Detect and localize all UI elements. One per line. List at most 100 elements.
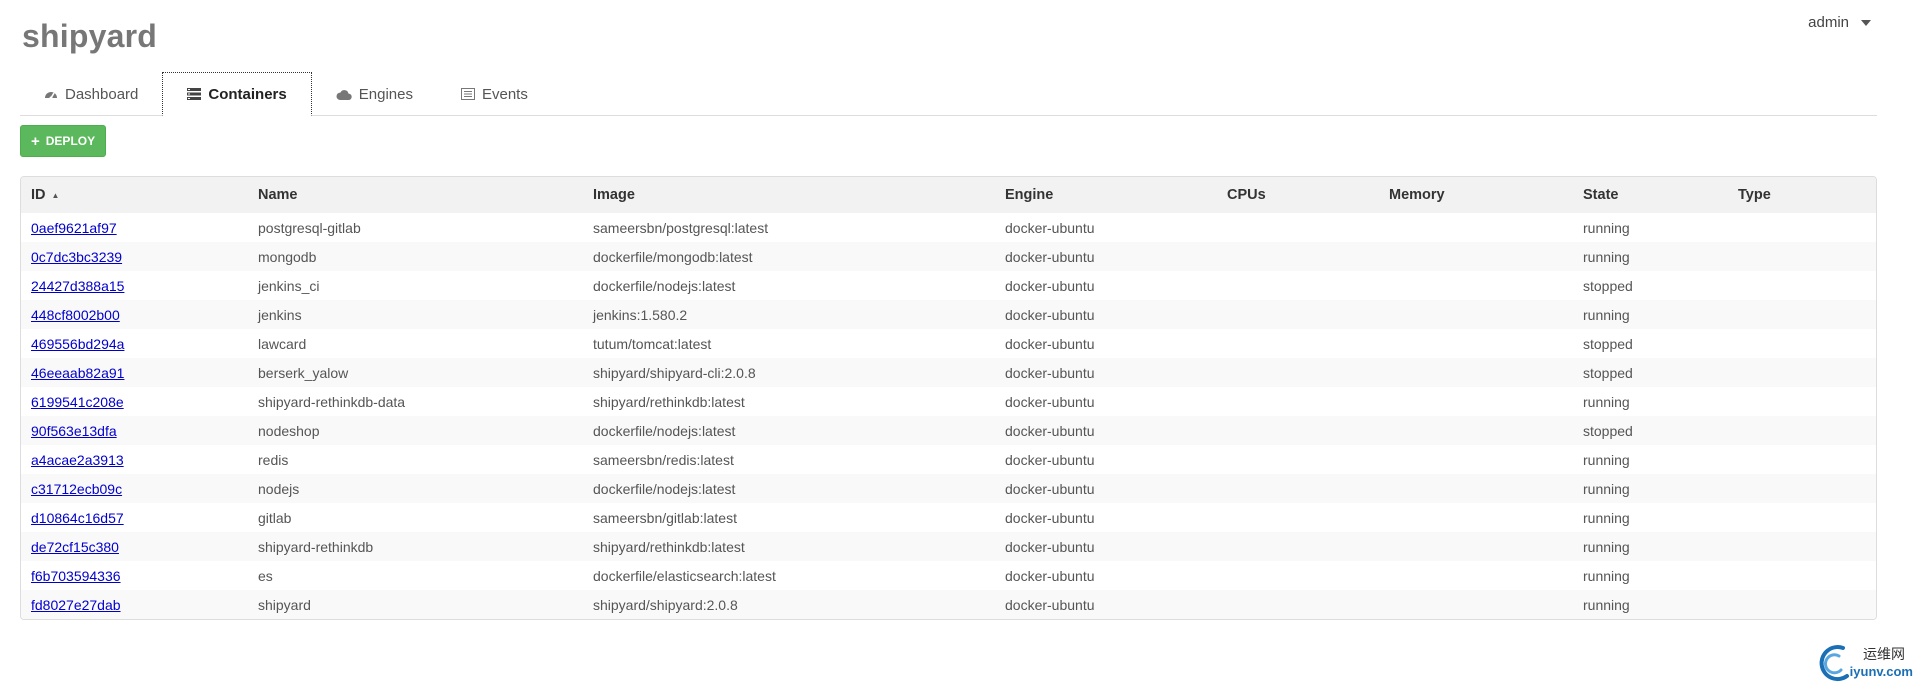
table-row[interactable]: 24427d388a15 jenkins_ci dockerfile/nodejs:… <box>21 271 1876 300</box>
table-row[interactable]: c31712ecb09c nodejs dockerfile/nodejs:late… <box>21 474 1876 503</box>
tab-engines[interactable]: Engines <box>312 73 437 115</box>
table-header-row: ID ▲ Name Image Engine CPUs Memory State … <box>21 177 1876 213</box>
cell-type <box>1728 271 1876 300</box>
cell-engine: docker-ubuntu <box>1005 277 1095 294</box>
cell-id: f6b703594336 <box>21 561 248 590</box>
container-id-link[interactable]: 448cf8002b00 <box>31 307 120 323</box>
plus-icon: + <box>31 132 40 150</box>
container-id-link[interactable]: c31712ecb09c <box>31 481 122 497</box>
cell-image: shipyard/rethinkdb:latest <box>593 538 745 555</box>
table-row[interactable]: fd8027e27dab shipyard shipyard/shipyard:2.… <box>21 590 1876 619</box>
list-icon <box>187 88 202 100</box>
container-id-link[interactable]: 6199541c208e <box>31 394 124 410</box>
tab-containers[interactable]: Containers <box>162 72 312 116</box>
cell-cpus <box>1217 561 1379 590</box>
table-body: 0aef9621af97 postgresql-gitlab sameersbn/p… <box>21 213 1876 619</box>
cell-engine: docker-ubuntu <box>1005 538 1095 555</box>
cell-engine: docker-ubuntu <box>1005 596 1095 613</box>
cell-name: mongodb <box>258 248 317 265</box>
cell-state: stopped <box>1583 335 1633 352</box>
cell-cpus <box>1217 532 1379 561</box>
container-id-link[interactable]: 0c7dc3bc3239 <box>31 249 122 265</box>
table-row[interactable]: 0c7dc3bc3239 mongodb dockerfile/mongodb:la… <box>21 242 1876 271</box>
cell-engine: docker-ubuntu <box>1005 393 1095 410</box>
cell-state: stopped <box>1583 364 1633 381</box>
container-id-link[interactable]: a4acae2a3913 <box>31 452 124 468</box>
column-header-type[interactable]: Type <box>1728 177 1876 213</box>
cell-id: 0aef9621af97 <box>21 213 248 242</box>
cell-name: shipyard-rethinkdb-data <box>258 393 406 410</box>
tab-dashboard[interactable]: Dashboard <box>20 73 162 115</box>
cell-name: nodejs <box>258 480 300 497</box>
tab-label: Containers <box>208 85 287 103</box>
cell-id: c31712ecb09c <box>21 474 248 503</box>
cell-name: jenkins <box>258 306 302 323</box>
container-id-link[interactable]: 0aef9621af97 <box>31 220 117 236</box>
swirl-logo-icon <box>1819 645 1849 682</box>
cell-memory <box>1379 329 1573 358</box>
cell-cpus <box>1217 213 1379 242</box>
table-row[interactable]: 0aef9621af97 postgresql-gitlab sameersbn/p… <box>21 213 1876 242</box>
cell-name: berserk_yalow <box>258 364 349 381</box>
cell-image: shipyard/rethinkdb:latest <box>593 393 745 410</box>
cell-state: running <box>1583 451 1630 468</box>
cell-state: running <box>1583 306 1630 323</box>
container-id-link[interactable]: fd8027e27dab <box>31 597 121 613</box>
cell-type <box>1728 474 1876 503</box>
table-row[interactable]: 469556bd294a lawcard tutum/tomcat:latest do… <box>21 329 1876 358</box>
table-row[interactable]: 46eeaab82a91 berserk_yalow shipyard/shipya… <box>21 358 1876 387</box>
table-row[interactable]: 448cf8002b00 jenkins jenkins:1.580.2 docker… <box>21 300 1876 329</box>
table-row[interactable]: f6b703594336 es dockerfile/elasticsearch:l… <box>21 561 1876 590</box>
page: shipyard admin Dashboard Containers Engi… <box>0 0 1919 696</box>
cell-type <box>1728 329 1876 358</box>
column-header-name[interactable]: Name <box>248 177 583 213</box>
table-row[interactable]: a4acae2a3913 redis sameersbn/redis:latest d… <box>21 445 1876 474</box>
container-id-link[interactable]: 24427d388a15 <box>31 278 124 294</box>
table-row[interactable]: de72cf15c380 shipyard-rethinkdb shipyard/r… <box>21 532 1876 561</box>
column-header-cpus[interactable]: CPUs <box>1217 177 1379 213</box>
cell-type <box>1728 561 1876 590</box>
tab-label: Dashboard <box>65 85 139 103</box>
cell-memory <box>1379 271 1573 300</box>
cell-name: shipyard-rethinkdb <box>258 538 374 555</box>
cell-memory <box>1379 416 1573 445</box>
container-id-link[interactable]: d10864c16d57 <box>31 510 124 526</box>
column-header-memory[interactable]: Memory <box>1379 177 1573 213</box>
brand-title[interactable]: shipyard <box>22 18 157 55</box>
user-menu[interactable]: admin <box>1808 14 1871 31</box>
cell-engine: docker-ubuntu <box>1005 567 1095 584</box>
cell-image: dockerfile/nodejs:latest <box>593 480 736 497</box>
watermark-text-bottom: iyunv.com <box>1849 664 1913 679</box>
cell-type <box>1728 358 1876 387</box>
column-header-image[interactable]: Image <box>583 177 995 213</box>
cell-type <box>1728 445 1876 474</box>
tab-events[interactable]: Events <box>437 73 552 115</box>
container-id-link[interactable]: 46eeaab82a91 <box>31 365 124 381</box>
cell-name: shipyard <box>258 596 311 613</box>
container-id-link[interactable]: de72cf15c380 <box>31 539 119 555</box>
table-row[interactable]: d10864c16d57 gitlab sameersbn/gitlab:lates… <box>21 503 1876 532</box>
cell-id: 24427d388a15 <box>21 271 248 300</box>
cell-id: a4acae2a3913 <box>21 445 248 474</box>
cell-id: 46eeaab82a91 <box>21 358 248 387</box>
cell-memory <box>1379 300 1573 329</box>
column-header-state[interactable]: State <box>1573 177 1728 213</box>
table-row[interactable]: 90f563e13dfa nodeshop dockerfile/nodejs:la… <box>21 416 1876 445</box>
cell-cpus <box>1217 358 1379 387</box>
cell-id: de72cf15c380 <box>21 532 248 561</box>
container-id-link[interactable]: f6b703594336 <box>31 568 121 584</box>
column-header-id[interactable]: ID ▲ <box>21 177 248 213</box>
cell-name: redis <box>258 451 289 468</box>
cell-state: running <box>1583 567 1630 584</box>
column-header-engine[interactable]: Engine <box>995 177 1217 213</box>
cell-cpus <box>1217 271 1379 300</box>
cloud-icon <box>336 89 352 100</box>
table-row[interactable]: 6199541c208e shipyard-rethinkdb-data shipy… <box>21 387 1876 416</box>
cell-image: shipyard/shipyard-cli:2.0.8 <box>593 364 756 381</box>
cell-name: nodeshop <box>258 422 320 439</box>
container-id-link[interactable]: 469556bd294a <box>31 336 124 352</box>
cell-name: lawcard <box>258 335 307 352</box>
deploy-button[interactable]: + DEPLOY <box>20 125 107 157</box>
cell-memory <box>1379 358 1573 387</box>
container-id-link[interactable]: 90f563e13dfa <box>31 423 117 439</box>
